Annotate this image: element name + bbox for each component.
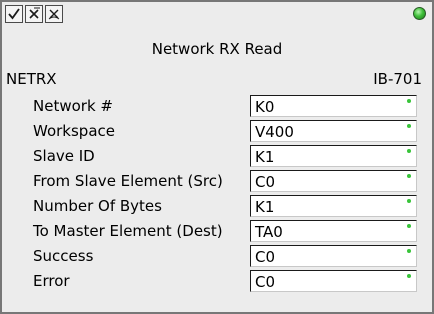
param-label: Network #: [33, 97, 113, 115]
workspace-field[interactable]: V400: [250, 120, 417, 142]
dialog-title: Network RX Read: [151, 40, 283, 58]
instruction-name: NETRX: [6, 70, 57, 88]
param-value: C0: [255, 248, 276, 266]
success-field[interactable]: C0: [250, 245, 417, 267]
cancel-button[interactable]: [25, 5, 43, 23]
checkmark-icon: [8, 8, 20, 20]
field-indicator-icon: [407, 274, 411, 278]
param-row-network: Network # K0: [2, 95, 432, 117]
cancel-x-icon: [29, 7, 40, 19]
param-label: Error: [33, 272, 70, 290]
param-row-error: Error C0: [2, 270, 432, 292]
number-of-bytes-field[interactable]: K1: [250, 195, 417, 217]
param-row-success: Success C0: [2, 245, 432, 267]
param-label: Number Of Bytes: [33, 197, 162, 215]
field-indicator-icon: [407, 124, 411, 128]
param-label: From Slave Element (Src): [33, 172, 223, 190]
field-indicator-icon: [407, 174, 411, 178]
field-indicator-icon: [407, 249, 411, 253]
param-row-number-of-bytes: Number Of Bytes K1: [2, 195, 432, 217]
param-label: To Master Element (Dest): [33, 222, 223, 240]
help-button[interactable]: [45, 5, 63, 23]
param-value: K1: [255, 198, 275, 216]
accept-button[interactable]: [5, 5, 23, 23]
param-value: K0: [255, 98, 275, 116]
from-slave-element-field[interactable]: C0: [250, 170, 417, 192]
param-row-from-slave: From Slave Element (Src) C0: [2, 170, 432, 192]
param-label: Workspace: [33, 122, 115, 140]
param-value: V400: [255, 123, 294, 141]
field-indicator-icon: [407, 149, 411, 153]
param-value: C0: [255, 173, 276, 191]
param-value: K1: [255, 148, 275, 166]
slave-id-field[interactable]: K1: [250, 145, 417, 167]
param-row-workspace: Workspace V400: [2, 120, 432, 142]
instruction-id: IB-701: [373, 70, 422, 88]
param-row-to-master: To Master Element (Dest) TA0: [2, 220, 432, 242]
dialog-window: Network RX Read NETRX IB-701 Network # K…: [0, 0, 434, 314]
help-x-icon: [48, 9, 60, 20]
param-label: Success: [33, 247, 94, 265]
network-field[interactable]: K0: [250, 95, 417, 117]
param-label: Slave ID: [33, 147, 95, 165]
param-row-slave-id: Slave ID K1: [2, 145, 432, 167]
field-indicator-icon: [407, 99, 411, 103]
param-value: TA0: [255, 223, 283, 241]
status-indicator-icon: [413, 7, 426, 20]
to-master-element-field[interactable]: TA0: [250, 220, 417, 242]
toolbar: [5, 5, 65, 23]
field-indicator-icon: [407, 199, 411, 203]
field-indicator-icon: [407, 224, 411, 228]
param-value: C0: [255, 273, 276, 291]
error-field[interactable]: C0: [250, 270, 417, 292]
